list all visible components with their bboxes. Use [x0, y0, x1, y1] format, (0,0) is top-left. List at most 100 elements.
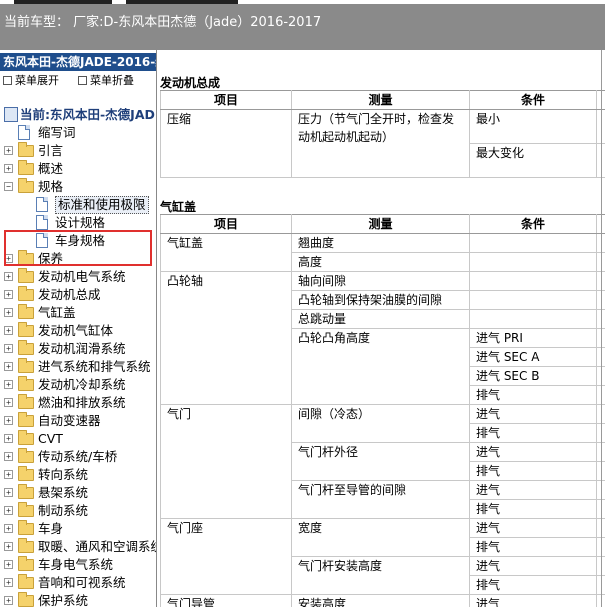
tree-item-label: 气缸盖: [38, 305, 76, 320]
expand-toggle-icon[interactable]: +: [4, 578, 13, 587]
table-cell-measure: 翘曲度: [291, 233, 470, 253]
expand-toggle-icon[interactable]: +: [4, 164, 13, 173]
header-bar: 当前车型： 厂家:D-东风本田杰德（Jade）2016-2017: [0, 4, 605, 50]
expand-toggle-icon[interactable]: +: [4, 398, 13, 407]
folder-icon: [18, 520, 34, 535]
tree-item[interactable]: + 引言: [0, 142, 156, 160]
expand-toggle-icon[interactable]: +: [4, 362, 13, 371]
table-cell-condition: 排气: [469, 537, 597, 557]
tree-item[interactable]: 标准和使用极限: [0, 196, 156, 214]
expand-toggle-icon[interactable]: +: [4, 488, 13, 497]
collapse-toggle-icon[interactable]: −: [4, 182, 13, 191]
table-cell-condition: 进气: [469, 556, 597, 576]
folder-icon: [18, 394, 34, 409]
table-cell-item: 压缩: [160, 109, 292, 178]
tree-item-label: 保护系统: [38, 593, 89, 607]
expand-toggle-icon[interactable]: +: [4, 416, 13, 425]
expand-toggle-icon[interactable]: +: [4, 506, 13, 515]
expand-toggle-icon[interactable]: +: [4, 380, 13, 389]
expand-toggle-icon[interactable]: +: [4, 452, 13, 461]
tree-item[interactable]: + 发动机电气系统: [0, 268, 156, 286]
tree-item[interactable]: + 发动机润滑系统: [0, 340, 156, 358]
tree-item[interactable]: + 车身: [0, 520, 156, 538]
folder-icon: [18, 376, 34, 391]
table-cell-item: 凸轮轴: [160, 271, 292, 405]
tree-item-label: 自动变速器: [38, 413, 101, 428]
tree-item[interactable]: + 发动机气缸体: [0, 322, 156, 340]
table-cell-measure: 安装高度: [291, 594, 470, 607]
table-cell-condition: [469, 271, 597, 291]
tree-item[interactable]: 缩写词: [0, 124, 156, 142]
expand-toggle-icon[interactable]: +: [4, 272, 13, 281]
folder-icon: [18, 592, 34, 607]
tree-item[interactable]: + 悬架系统: [0, 484, 156, 502]
tree-item[interactable]: + 传动系统/车桥: [0, 448, 156, 466]
folder-icon: [18, 142, 34, 157]
table-cell-measure: 高度: [291, 252, 470, 272]
tree-item[interactable]: + CVT: [0, 430, 156, 448]
folder-icon: [18, 340, 34, 355]
cylinder-head-table: 项目 测量 条件 气缸盖 翘曲度 高度 凸轮轴 轴向间隙 凸轮轴到保持架油膜的间隙 总跳动量…: [160, 214, 605, 607]
expand-toggle-icon[interactable]: +: [4, 542, 13, 551]
tree-item[interactable]: + 燃油和排放系统: [0, 394, 156, 412]
table-cell-item: 气缸盖: [160, 233, 292, 272]
section-title-cylinder-head: 气缸盖: [160, 200, 197, 214]
folder-icon: [18, 538, 34, 553]
expand-toggle-icon[interactable]: +: [4, 470, 13, 479]
expand-toggle-icon[interactable]: +: [4, 560, 13, 569]
table-cell-measure: 气门杆至导管的间隙: [291, 480, 470, 519]
expand-menu-button[interactable]: 菜单展开: [3, 72, 59, 90]
expand-toggle-icon[interactable]: +: [4, 308, 13, 317]
tree-item[interactable]: + 车身电气系统: [0, 556, 156, 574]
expand-toggle-icon[interactable]: +: [4, 146, 13, 155]
tree-item-label: 悬架系统: [38, 485, 89, 500]
table-cell-condition: [469, 309, 597, 329]
collapse-menu-button[interactable]: 菜单折叠: [78, 72, 134, 90]
table-cell-condition: 最小: [469, 109, 597, 144]
tree-item[interactable]: + 取暖、通风和空调系统: [0, 538, 156, 556]
tree-item-label: 发动机总成: [38, 287, 101, 302]
tree-item[interactable]: + 发动机冷却系统: [0, 376, 156, 394]
folder-icon: [18, 484, 34, 499]
expand-toggle-icon[interactable]: +: [4, 326, 13, 335]
sidebar-title: 东风本田-杰德JADE-2016-维(: [0, 53, 156, 71]
table-cell-measure: 轴向间隙: [291, 271, 470, 291]
expand-toggle-icon[interactable]: +: [4, 290, 13, 299]
table-cell-condition: 排气: [469, 423, 597, 443]
col-header-condition: 条件: [469, 90, 597, 110]
tree-root[interactable]: 当前:东风本田-杰德JADE: [0, 106, 157, 124]
highlight-box: [4, 230, 152, 266]
expand-toggle-icon[interactable]: +: [4, 434, 13, 443]
table-cell-condition: [469, 233, 597, 253]
tree-item[interactable]: + 音响和可视系统: [0, 574, 156, 592]
tree-item[interactable]: + 概述: [0, 160, 156, 178]
tree-item-label: 传动系统/车桥: [38, 449, 118, 464]
tree-item-label: 概述: [38, 161, 64, 176]
tree-item[interactable]: − 规格: [0, 178, 156, 196]
tree-item[interactable]: + 发动机总成: [0, 286, 156, 304]
expand-icon: [3, 76, 12, 85]
tree-item[interactable]: + 气缸盖: [0, 304, 156, 322]
tree-item-label: 引言: [38, 143, 64, 158]
folder-icon: [18, 430, 34, 445]
tree-item[interactable]: + 自动变速器: [0, 412, 156, 430]
tree-root-label: 当前:东风本田-杰德JADE: [20, 107, 157, 122]
tree-item[interactable]: + 保护系统: [0, 592, 156, 607]
tree-item[interactable]: + 转向系统: [0, 466, 156, 484]
table-cell-measure: 压力（节气门全开时，检查发动机起动机起动）: [291, 109, 470, 178]
expand-toggle-icon[interactable]: +: [4, 596, 13, 605]
table-cell-measure: 气门杆外径: [291, 442, 470, 481]
table-cell-condition: [469, 252, 597, 272]
tree-item[interactable]: + 进气系统和排气系统: [0, 358, 156, 376]
col-header-measure: 测量: [291, 214, 470, 234]
folder-icon: [18, 358, 34, 373]
folder-icon: [18, 574, 34, 589]
expand-toggle-icon[interactable]: +: [4, 524, 13, 533]
table-cell-item: 气门: [160, 404, 292, 519]
tree-item[interactable]: + 制动系统: [0, 502, 156, 520]
expand-toggle-icon[interactable]: +: [4, 344, 13, 353]
document-icon: [36, 215, 48, 230]
folder-icon: [18, 448, 34, 463]
table-cell-condition: 排气: [469, 385, 597, 405]
table-cell-condition: 进气: [469, 442, 597, 462]
